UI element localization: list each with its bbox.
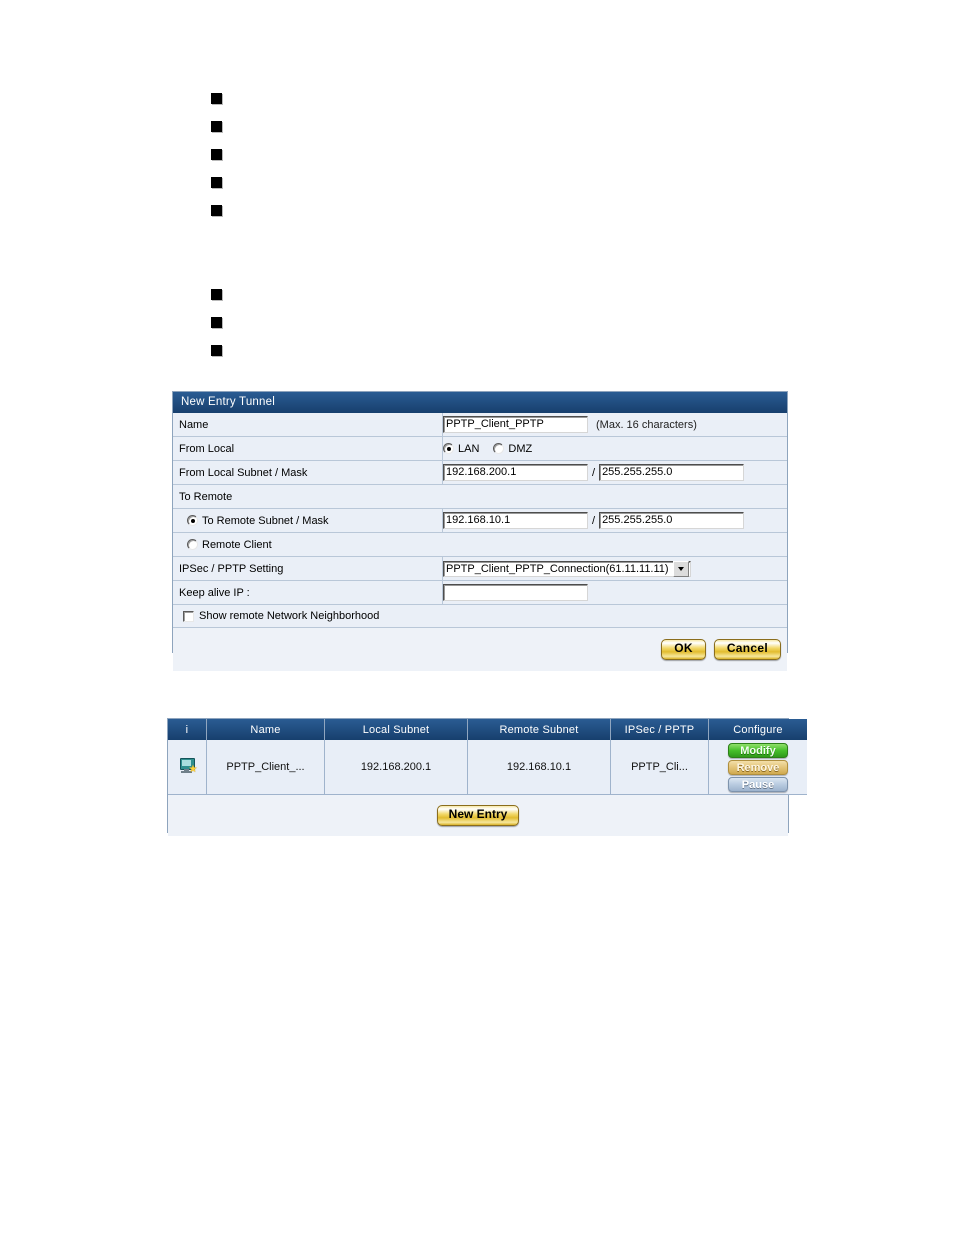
column-header-configure: Configure bbox=[708, 719, 807, 740]
label-from-local: From Local bbox=[173, 437, 443, 460]
column-header-local-subnet: Local Subnet bbox=[324, 719, 468, 740]
field-from-local-subnet-wrap: / bbox=[443, 461, 787, 484]
checkbox-show-remote-neighborhood[interactable] bbox=[183, 610, 194, 622]
form-row-from-local-subnet: From Local Subnet / Mask / bbox=[173, 461, 787, 485]
radio-remote-client-label: Remote Client bbox=[202, 538, 272, 551]
radio-to-remote-subnet-label: To Remote Subnet / Mask bbox=[202, 514, 329, 527]
cell-index-icon: ★ bbox=[168, 740, 207, 795]
label-keep-alive-ip: Keep alive IP : bbox=[173, 581, 443, 604]
table-header-row: i Name Local Subnet Remote Subnet IPSec … bbox=[168, 719, 807, 740]
modify-button[interactable]: Modify bbox=[728, 742, 788, 758]
from-local-subnet-input[interactable] bbox=[443, 464, 588, 481]
remote-subnet-mask-separator: / bbox=[592, 514, 596, 527]
from-local-mask-input[interactable] bbox=[599, 464, 745, 481]
radio-lan[interactable] bbox=[443, 443, 454, 454]
radio-lan-label: LAN bbox=[458, 442, 480, 455]
label-from-local-subnet: From Local Subnet / Mask bbox=[173, 461, 443, 484]
configure-buttons: Modify Remove Pause bbox=[710, 742, 806, 792]
tunnel-entries-table: i Name Local Subnet Remote Subnet IPSec … bbox=[168, 719, 807, 795]
cell-name: PPTP_Client_... bbox=[206, 740, 325, 795]
column-header-ipsec-pptp: IPSec / PPTP bbox=[610, 719, 709, 740]
radio-dmz[interactable] bbox=[493, 443, 505, 454]
cell-local-subnet: 192.168.200.1 bbox=[324, 740, 468, 795]
cancel-button[interactable]: Cancel bbox=[713, 639, 781, 660]
to-remote-mask-input[interactable] bbox=[599, 512, 745, 529]
bullet-list bbox=[211, 93, 331, 373]
option-to-remote-subnet[interactable]: To Remote Subnet / Mask bbox=[173, 509, 443, 532]
form-row-name: Name (Max. 16 characters) bbox=[173, 413, 787, 437]
field-keep-alive-ip-wrap bbox=[443, 581, 787, 604]
field-name-wrap: (Max. 16 characters) bbox=[443, 413, 787, 436]
table-row: ★ PPTP_Client_... 192.168.200.1 192.168.… bbox=[168, 740, 807, 795]
radio-dmz-label: DMZ bbox=[508, 442, 533, 455]
pause-button[interactable]: Pause bbox=[728, 776, 788, 792]
form-footer: OK Cancel bbox=[173, 628, 787, 671]
bullet-square bbox=[211, 93, 222, 104]
form-row-from-local: From Local LAN DMZ bbox=[173, 437, 787, 461]
radio-to-remote-subnet[interactable] bbox=[187, 515, 198, 526]
form-row-to-remote: To Remote bbox=[173, 485, 787, 509]
label-to-remote: To Remote bbox=[173, 485, 443, 508]
field-to-remote-subnet-wrap: / bbox=[443, 509, 787, 532]
panel-title: New Entry Tunnel bbox=[173, 392, 787, 413]
new-entry-button[interactable]: New Entry bbox=[436, 805, 520, 826]
subnet-mask-separator: / bbox=[592, 466, 596, 479]
bullet-square bbox=[211, 121, 222, 132]
tunnel-entries-panel: i Name Local Subnet Remote Subnet IPSec … bbox=[167, 718, 807, 836]
table-footer: New Entry bbox=[168, 795, 788, 836]
name-input[interactable] bbox=[443, 416, 588, 433]
option-remote-client[interactable]: Remote Client bbox=[173, 533, 443, 556]
column-header-index: i bbox=[168, 719, 207, 740]
form-rows: Name (Max. 16 characters) From Local LAN… bbox=[173, 413, 787, 628]
bullet-square bbox=[211, 289, 222, 300]
form-row-to-remote-subnet: To Remote Subnet / Mask / bbox=[173, 509, 787, 533]
cell-configure: Modify Remove Pause bbox=[708, 740, 807, 795]
field-ipsec-pptp-wrap: PPTP_Client_PPTP_Connection(61.11.11.11) bbox=[443, 557, 787, 580]
radio-remote-client[interactable] bbox=[187, 539, 198, 550]
remove-button[interactable]: Remove bbox=[728, 759, 788, 775]
bullet-square bbox=[211, 345, 222, 356]
column-header-name: Name bbox=[206, 719, 325, 740]
checkbox-show-remote-neighborhood-label: Show remote Network Neighborhood bbox=[199, 610, 380, 622]
form-row-show-remote-neighborhood[interactable]: Show remote Network Neighborhood bbox=[173, 605, 787, 628]
ipsec-pptp-select[interactable]: PPTP_Client_PPTP_Connection(61.11.11.11) bbox=[443, 560, 691, 577]
form-row-remote-client: Remote Client bbox=[173, 533, 787, 557]
ipsec-pptp-select-value: PPTP_Client_PPTP_Connection(61.11.11.11) bbox=[446, 562, 669, 575]
form-row-ipsec-pptp: IPSec / PPTP Setting PPTP_Client_PPTP_Co… bbox=[173, 557, 787, 581]
chevron-down-icon[interactable] bbox=[672, 560, 689, 577]
keep-alive-ip-input[interactable] bbox=[443, 584, 588, 601]
field-from-local-wrap: LAN DMZ bbox=[443, 437, 787, 460]
new-entry-tunnel-panel: New Entry Tunnel Name (Max. 16 character… bbox=[172, 391, 788, 671]
bullet-square bbox=[211, 317, 222, 328]
cell-remote-subnet: 192.168.10.1 bbox=[467, 740, 611, 795]
computer-star-icon: ★ bbox=[179, 757, 198, 774]
ok-button[interactable]: OK bbox=[661, 639, 706, 660]
form-row-keep-alive-ip: Keep alive IP : bbox=[173, 581, 787, 605]
bullet-square bbox=[211, 177, 222, 188]
label-name: Name bbox=[173, 413, 443, 436]
bullet-square bbox=[211, 149, 222, 160]
to-remote-subnet-input[interactable] bbox=[443, 512, 588, 529]
bullet-square bbox=[211, 205, 222, 216]
cell-ipsec-pptp: PPTP_Cli... bbox=[610, 740, 709, 795]
name-hint: (Max. 16 characters) bbox=[596, 418, 697, 431]
column-header-remote-subnet: Remote Subnet bbox=[467, 719, 611, 740]
label-ipsec-pptp: IPSec / PPTP Setting bbox=[173, 557, 443, 580]
